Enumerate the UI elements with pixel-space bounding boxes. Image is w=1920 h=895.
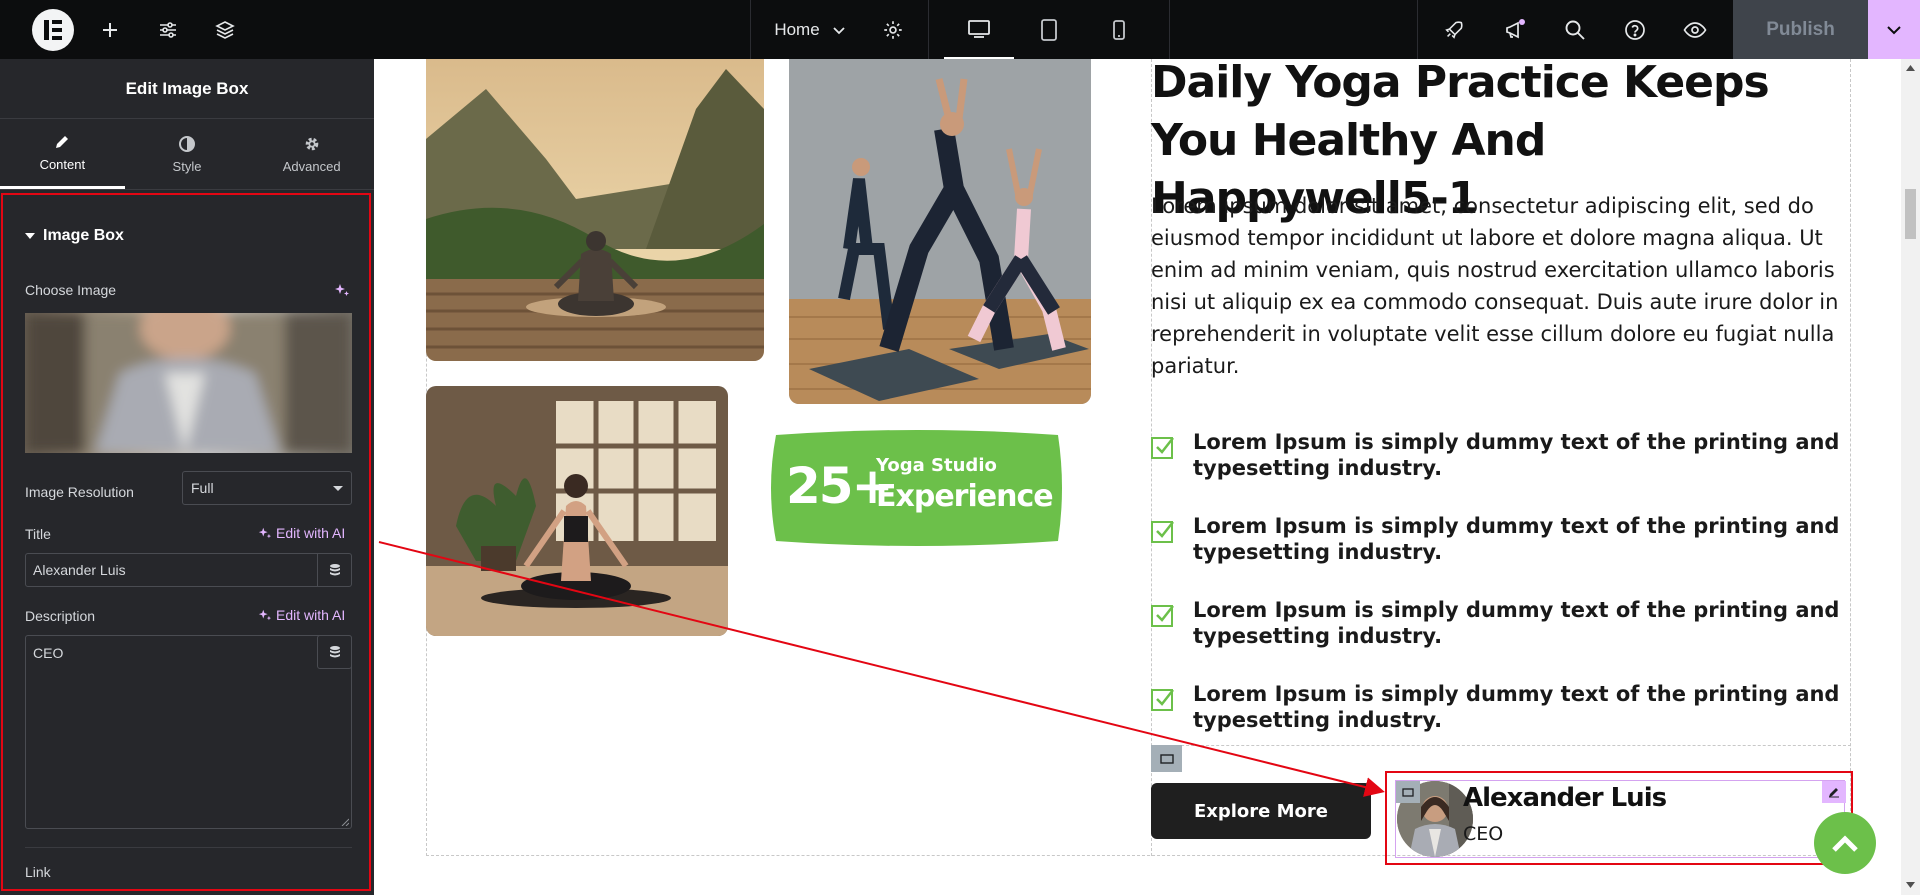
edit-ai-label: Edit with AI: [276, 525, 346, 541]
publish-options-button[interactable]: [1868, 0, 1920, 59]
ai-sparkle-icon: [258, 609, 272, 621]
description-dynamic-tags-button[interactable]: [317, 635, 352, 669]
description-label: Description: [25, 608, 96, 624]
title-input[interactable]: Alexander Luis: [25, 553, 318, 587]
ai-sparkle-icon: [258, 527, 272, 539]
tab-style[interactable]: Style: [125, 119, 250, 189]
blurred-person-image: [25, 313, 352, 453]
chevron-down-icon: [833, 26, 845, 34]
tab-advanced[interactable]: Advanced: [249, 119, 374, 189]
preview-eye-icon[interactable]: [1677, 0, 1713, 59]
page-selector[interactable]: Home: [760, 0, 860, 59]
link-label: Link: [25, 864, 51, 880]
image-box-section: Image Box Choose Image Image Resolution …: [1, 193, 371, 891]
panel-title: Edit Image Box: [0, 59, 374, 119]
title-edit-ai-link[interactable]: Edit with AI: [258, 525, 345, 541]
pencil-icon: [56, 136, 69, 148]
notifications-megaphone-icon[interactable]: [1497, 0, 1533, 59]
tablet-view-icon[interactable]: [1014, 0, 1084, 59]
help-icon[interactable]: [1617, 0, 1653, 59]
widget-icon: [1402, 787, 1414, 797]
scroll-down-arrow-icon[interactable]: [1906, 882, 1915, 888]
desktop-view-icon[interactable]: [944, 0, 1014, 59]
section-title: Image Box: [43, 227, 124, 244]
caret-down-icon: [25, 233, 35, 239]
database-icon: [329, 564, 340, 576]
image-preview[interactable]: [25, 313, 352, 453]
description-textarea[interactable]: CEO: [25, 635, 352, 829]
page-canvas: 25+ Yoga Studio Experience Daily Yoga Pr…: [374, 59, 1901, 895]
image-resolution-select[interactable]: Full: [182, 471, 352, 505]
rocket-icon[interactable]: [1436, 0, 1472, 59]
page-name: Home: [774, 19, 820, 39]
tab-content[interactable]: Content: [0, 119, 125, 189]
image-resolution-label: Image Resolution: [25, 484, 134, 500]
title-label: Title: [25, 526, 51, 542]
mobile-view-icon[interactable]: [1084, 0, 1154, 59]
resize-handle-icon[interactable]: [341, 818, 349, 826]
tab-label: Advanced: [282, 158, 341, 174]
caret-down-icon: [333, 486, 343, 491]
scrollbar-thumb[interactable]: [1905, 189, 1916, 239]
widget-handle[interactable]: [1396, 781, 1420, 803]
top-bar: Home Publish: [0, 0, 1920, 59]
structure-layers-icon[interactable]: [207, 0, 243, 59]
divider: [25, 847, 352, 848]
image-resolution-value: Full: [191, 480, 214, 496]
section-toggle[interactable]: Image Box: [25, 227, 124, 245]
tab-label: Content: [39, 157, 86, 172]
annotation-arrow: [378, 541, 1385, 797]
title-dynamic-tags-button[interactable]: [317, 553, 352, 587]
editor-panel: Edit Image Box Content Style Advanced Im…: [0, 59, 374, 895]
publish-button[interactable]: Publish: [1733, 0, 1868, 59]
page-settings-gear-icon[interactable]: [875, 0, 911, 59]
scroll-up-arrow-icon[interactable]: [1906, 65, 1915, 71]
choose-image-label: Choose Image: [25, 282, 117, 298]
description-value: CEO: [33, 645, 64, 661]
tab-label: Style: [172, 158, 202, 174]
scrollbar[interactable]: [1901, 59, 1920, 895]
add-element-icon[interactable]: [92, 0, 128, 59]
title-input-value: Alexander Luis: [33, 562, 126, 578]
half-circle-icon: [179, 135, 195, 152]
database-icon: [329, 646, 340, 658]
ai-sparkle-icon[interactable]: [334, 282, 350, 302]
description-edit-ai-link[interactable]: Edit with AI: [258, 607, 345, 623]
panel-tabs: Content Style Advanced: [0, 119, 374, 190]
site-settings-icon[interactable]: [150, 0, 186, 59]
gear-icon: [305, 137, 318, 150]
search-icon[interactable]: [1557, 0, 1593, 59]
elementor-logo-icon[interactable]: [32, 9, 74, 51]
edit-ai-label: Edit with AI: [276, 607, 346, 623]
chevron-down-icon: [1887, 25, 1901, 34]
